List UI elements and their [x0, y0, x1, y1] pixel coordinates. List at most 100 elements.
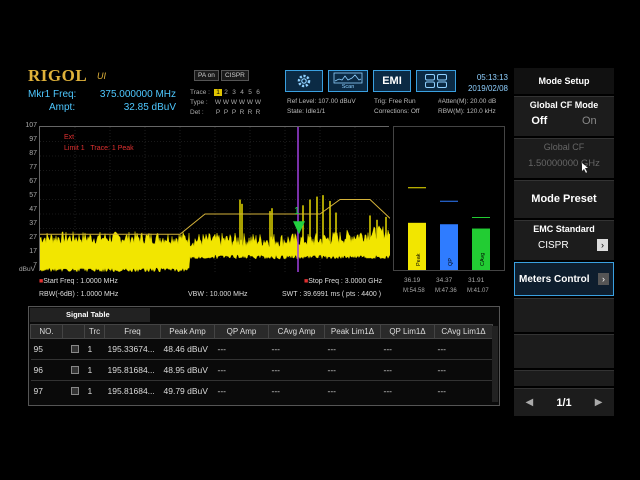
type-6: W: [254, 98, 262, 106]
table-row[interactable]: 95 1 195.33674... 48.46 dBuV --- --- ---…: [30, 338, 493, 360]
limit1-text: Limit 1: [64, 145, 85, 152]
signal-table-tab[interactable]: Signal Table: [30, 308, 150, 322]
meter-value: 34.37: [436, 277, 453, 284]
trace-3[interactable]: 3: [230, 89, 238, 96]
cursor-pointer-icon: [582, 163, 588, 173]
logo-ultra-icon: UI: [97, 71, 106, 81]
row-qp-lim: ---: [380, 380, 435, 402]
row-freq: 195.33674...: [104, 338, 161, 360]
y-tick-label: 87: [29, 150, 37, 157]
col-no[interactable]: NO.: [30, 324, 63, 339]
table-scrollbar[interactable]: [492, 326, 498, 402]
layout-button[interactable]: [416, 70, 456, 92]
meters-svg: Peak QP CAvg: [408, 187, 490, 270]
checkbox-icon[interactable]: [71, 387, 79, 396]
trace-1[interactable]: 1: [214, 88, 222, 96]
type-label: Type :: [190, 98, 208, 106]
trace-5[interactable]: 5: [246, 89, 254, 96]
atten: #Atten(M): 20.00 dB: [438, 98, 497, 105]
det-6: R: [255, 108, 261, 116]
scan-button[interactable]: Scan: [328, 70, 368, 92]
col-qp-amp[interactable]: QP Amp: [214, 324, 269, 339]
swt-setting[interactable]: SWT : 39.6991 ms ( pts : 4400 ): [282, 291, 381, 298]
global-cf-key[interactable]: Global CF 1.50000000 GHz: [514, 138, 614, 178]
row-checkbox[interactable]: [62, 359, 85, 381]
checkbox-icon[interactable]: [71, 366, 79, 374]
table-row[interactable]: 96 1 195.81684... 48.95 dBuV --- --- ---…: [30, 359, 493, 381]
mode-preset-key[interactable]: Mode Preset: [514, 180, 614, 218]
trace-settings[interactable]: Trace : 1 2 3 4 5 6 Type : W W W W W W D…: [190, 87, 276, 117]
det-2: P: [223, 108, 229, 116]
col-cavg-amp[interactable]: CAvg Amp: [268, 324, 325, 339]
trace-2[interactable]: 2: [222, 89, 230, 96]
row-peak-lim: ---: [324, 359, 381, 381]
prev-page-icon[interactable]: ◀: [526, 397, 534, 408]
emi-button[interactable]: EMI: [373, 70, 411, 92]
emc-standard-key[interactable]: EMC Standard CISPR ›: [514, 220, 614, 260]
checkbox-icon[interactable]: [71, 345, 79, 353]
det-1: P: [215, 108, 221, 116]
chevron-right-icon: ›: [597, 239, 608, 251]
y-tick-label: 57: [29, 192, 37, 199]
marker-ampt-value: 32.85 dBuV: [123, 102, 176, 113]
next-page-icon[interactable]: ▶: [595, 397, 603, 408]
col-cavg-lim[interactable]: CAvg Lim1Δ: [434, 324, 493, 339]
gear-icon: [297, 74, 311, 88]
empty-key-3[interactable]: [514, 370, 614, 386]
cispr-button[interactable]: CISPR: [221, 70, 249, 81]
row-cavg-amp: ---: [268, 338, 325, 360]
col-trc[interactable]: Trc: [84, 324, 105, 339]
col-peak-lim[interactable]: Peak Lim1Δ: [324, 324, 381, 339]
col-qp-lim[interactable]: QP Lim1Δ: [380, 324, 435, 339]
row-checkbox[interactable]: [62, 380, 85, 402]
y-tick-label: 67: [29, 178, 37, 185]
ref-state-info: Ref Level: 107.00 dBuV State: Idle1/1: [287, 97, 356, 117]
settings-gear-button[interactable]: [285, 70, 323, 92]
meters-panel[interactable]: Peak QP CAvg: [393, 126, 505, 271]
row-peak-amp: 48.46 dBuV: [160, 338, 215, 360]
type-2: W: [222, 98, 230, 106]
global-cf-mode-key[interactable]: Global CF Mode Off On: [514, 96, 614, 136]
start-freq[interactable]: ■Start Freq : 1.0000 MHz: [39, 278, 118, 285]
rbw-setting[interactable]: RBW(-6dB) : 1.0000 MHz: [39, 291, 118, 298]
global-cf-label: Global CF: [543, 142, 585, 152]
meters-control-key[interactable]: Meters Control ›: [514, 262, 614, 296]
rigol-logo: RIGOL: [28, 66, 88, 85]
row-qp-amp: ---: [214, 380, 269, 402]
empty-key-1[interactable]: [514, 298, 614, 332]
off-option[interactable]: Off: [531, 115, 547, 127]
marker-freq-label: Mkr1 Freq:: [28, 89, 77, 100]
menu-title: Mode Setup: [514, 68, 614, 94]
limit-trace-label: Limit 1 Trace: 1 Peak: [64, 145, 134, 152]
y-tick-label: 27: [29, 234, 37, 241]
empty-key-2[interactable]: [514, 334, 614, 368]
row-trc: 1: [84, 359, 105, 381]
page-nav: ◀ 1/1 ▶: [514, 388, 614, 416]
row-qp-lim: ---: [380, 338, 435, 360]
det-label: Det :: [190, 108, 204, 116]
row-peak-amp: 48.95 dBuV: [160, 359, 215, 381]
stop-freq[interactable]: ■Stop Freq : 3.0000 GHz: [304, 278, 382, 285]
row-peak-amp: 49.79 dBuV: [160, 380, 215, 402]
type-3: W: [230, 98, 238, 106]
det-5: R: [247, 108, 253, 116]
rbw-m: RBW(M): 120.0 kHz: [438, 108, 496, 115]
y-tick-label: 77: [29, 164, 37, 171]
trace-4[interactable]: 4: [238, 89, 246, 96]
pa-on-button[interactable]: PA on: [194, 70, 219, 81]
col-peak-amp[interactable]: Peak Amp: [160, 324, 215, 339]
row-cavg-lim: ---: [434, 338, 493, 360]
col-freq[interactable]: Freq: [104, 324, 161, 339]
trace-6[interactable]: 6: [254, 89, 262, 96]
marker-number: 1: [294, 206, 300, 217]
row-cavg-lim: ---: [434, 380, 493, 402]
clock: 05:13:13 2019/02/08: [466, 72, 508, 94]
vbw-setting[interactable]: VBW : 10.000 MHz: [188, 291, 248, 298]
table-header-row: NO. Trc Freq Peak Amp QP Amp CAvg Amp Pe…: [30, 324, 493, 339]
row-checkbox[interactable]: [62, 338, 85, 360]
meter-max-value: M:54.58: [403, 288, 425, 294]
on-option[interactable]: On: [582, 115, 597, 127]
softkey-menu: Mode Setup Global CF Mode Off On Global …: [514, 68, 614, 416]
table-row[interactable]: 97 1 195.81684... 49.79 dBuV --- --- ---…: [30, 380, 493, 402]
col-check[interactable]: [62, 324, 85, 339]
